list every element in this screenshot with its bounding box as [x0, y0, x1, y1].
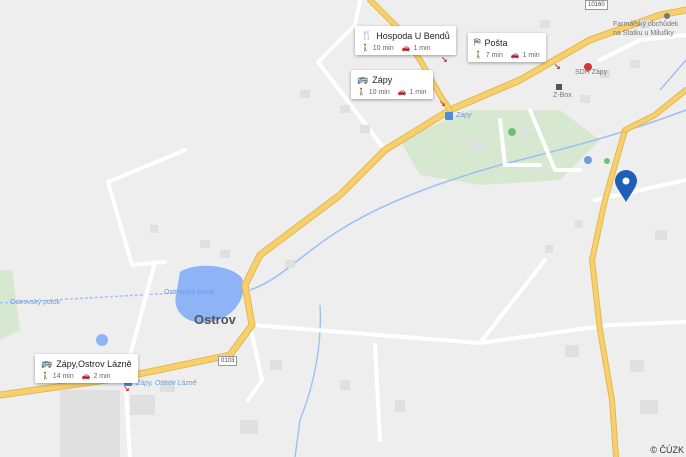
walk-time: 10 min — [368, 88, 390, 96]
drive-time: 1 min — [409, 88, 427, 96]
location-pin-icon — [615, 170, 637, 202]
shop-icon — [664, 13, 670, 19]
drive-time: 2 min — [93, 372, 111, 380]
direction-arrow-icon: ↘ — [554, 62, 561, 71]
poi-card-zapy-ostrov-lazne[interactable]: 🚌 Zápy,Ostrov Lázně 🚶 14 min 🚗 2 min — [35, 354, 138, 383]
pond-label: Ostrovský potok — [164, 289, 215, 296]
map-canvas[interactable]: Ostrov Ostrovský potok Ostrovský potok F… — [0, 0, 686, 457]
road-number-badge: 10160 — [585, 0, 608, 10]
stream-ne — [659, 59, 686, 91]
restaurant-icon: 🍴 — [361, 30, 373, 40]
walk-icon: 🚶 — [357, 89, 366, 96]
drive-time: 1 min — [413, 44, 431, 52]
poi-card-title: Zápy — [372, 74, 393, 85]
bus-icon: 🚌 — [41, 358, 53, 368]
direction-arrow-icon: ↘ — [441, 55, 448, 64]
fire-station-label: SDH Zápy — [575, 69, 608, 76]
stream-label: Ostrovský potok — [10, 299, 61, 306]
post-icon: ⛿ — [474, 37, 481, 47]
car-icon: 🚗 — [81, 373, 91, 380]
car-icon: 🚗 — [401, 45, 411, 52]
walk-icon: 🚶 — [361, 45, 370, 52]
road-number-badge-0103: 0103 — [218, 356, 238, 366]
walk-time: 14 min — [52, 372, 74, 380]
direction-arrow-icon: ↘ — [123, 384, 130, 393]
walk-icon: 🚶 — [474, 52, 483, 59]
shop-label: Farmářský obchůdek na Statku u Milušky — [613, 21, 679, 37]
direction-arrow-icon: ↘ — [439, 99, 446, 108]
bus-icon: 🚌 — [357, 74, 369, 84]
bus-stop-label: Zápy — [456, 112, 472, 119]
walk-time: 10 min — [372, 44, 394, 52]
car-icon: 🚗 — [510, 52, 520, 59]
park-poi-icon — [508, 128, 516, 136]
poi-card-title: Hospoda U Bendů — [376, 30, 450, 41]
bus-stop-ostrov-label: Zápy, Ostrov Lázně — [136, 380, 197, 387]
walk-time: 7 min — [485, 51, 503, 59]
poi-card-title: Pošta — [484, 37, 508, 48]
walk-icon: 🚶 — [41, 373, 50, 380]
car-icon: 🚗 — [397, 89, 407, 96]
map-copyright[interactable]: © ČÚZK — [650, 445, 684, 455]
poi-card-zapy[interactable]: 🚌 Zápy 🚶 10 min 🚗 1 min — [351, 70, 433, 99]
poi-card-posta[interactable]: ⛿ Pošta 🚶 7 min 🚗 1 min — [468, 33, 546, 62]
zbox-label: Z-Box — [553, 92, 572, 99]
poi-card-hospoda[interactable]: 🍴 Hospoda U Bendů 🚶 10 min 🚗 1 min — [355, 26, 456, 55]
leisure-icon — [604, 158, 610, 164]
poi-card-title: Zápy,Ostrov Lázně — [56, 358, 132, 369]
zbox-icon — [556, 84, 562, 90]
small-pond — [96, 334, 108, 346]
drive-time: 1 min — [522, 51, 540, 59]
town-label-ostrov: Ostrov — [194, 312, 236, 327]
bus-stop-icon — [445, 112, 453, 120]
sport-poi-icon — [584, 156, 592, 164]
